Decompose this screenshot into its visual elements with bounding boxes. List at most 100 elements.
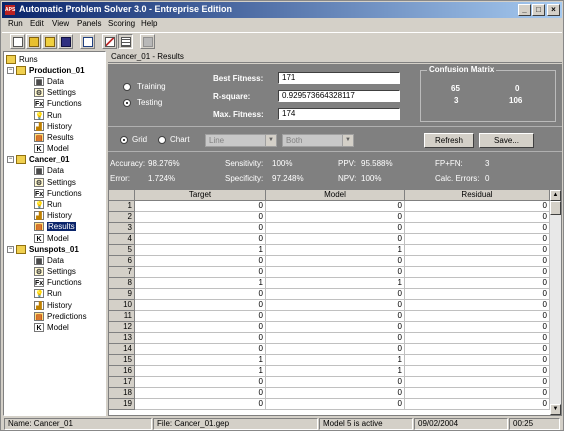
model-cell[interactable]: 0 [266, 399, 405, 410]
row-number[interactable]: 12 [109, 322, 135, 333]
residual-cell[interactable]: 0 [405, 311, 550, 322]
residual-cell[interactable]: 0 [405, 399, 550, 410]
menu-view[interactable]: View [52, 19, 69, 28]
grid-view-button[interactable] [118, 34, 133, 49]
target-cell[interactable]: 0 [135, 201, 266, 212]
runs-tree[interactable]: Runs − Production_01 ▦ Data ⚙ Settings Fx Funct… [3, 51, 106, 416]
row-number[interactable]: 8 [109, 278, 135, 289]
scroll-thumb[interactable] [550, 201, 561, 215]
row-number[interactable]: 5 [109, 245, 135, 256]
target-cell[interactable]: 0 [135, 223, 266, 234]
chart-radio[interactable] [158, 136, 166, 144]
target-cell[interactable]: 0 [135, 388, 266, 399]
residual-cell[interactable]: 0 [405, 388, 550, 399]
residual-cell[interactable]: 0 [405, 289, 550, 300]
row-number[interactable]: 11 [109, 311, 135, 322]
residual-cell[interactable]: 0 [405, 333, 550, 344]
residual-cell[interactable]: 0 [405, 366, 550, 377]
series-select[interactable]: Both ▼ [282, 134, 354, 147]
row-number[interactable]: 13 [109, 333, 135, 344]
table-row[interactable]: 6000 [109, 256, 550, 267]
table-row[interactable]: 19 0 0 0 [109, 399, 550, 410]
row-number[interactable]: 14 [109, 344, 135, 355]
table-row[interactable]: 4000 [109, 234, 550, 245]
target-cell[interactable]: 0 [135, 300, 266, 311]
target-cell[interactable]: 0 [135, 344, 266, 355]
table-row[interactable]: 10 0 0 0 [109, 300, 550, 311]
row-number[interactable]: 6 [109, 256, 135, 267]
model-cell[interactable]: 1 [266, 245, 405, 256]
model-cell[interactable]: 0 [266, 344, 405, 355]
residual-cell[interactable]: 0 [405, 322, 550, 333]
table-row[interactable]: 14 0 0 0 [109, 344, 550, 355]
model-cell[interactable]: 0 [266, 212, 405, 223]
column-header-model[interactable]: Model [266, 190, 405, 201]
collapse-toggle-icon[interactable]: − [7, 67, 14, 74]
chart-view-button[interactable] [102, 34, 117, 49]
residual-cell[interactable]: 0 [405, 344, 550, 355]
model-cell[interactable]: 0 [266, 322, 405, 333]
table-row[interactable]: 18 0 0 0 [109, 388, 550, 399]
training-radio[interactable] [123, 83, 131, 91]
table-row[interactable]: 7000 [109, 267, 550, 278]
model-cell[interactable]: 0 [266, 234, 405, 245]
target-cell[interactable]: 0 [135, 212, 266, 223]
table-row[interactable]: 5110 [109, 245, 550, 256]
row-number[interactable]: 2 [109, 212, 135, 223]
model-cell[interactable]: 0 [266, 256, 405, 267]
target-cell[interactable]: 1 [135, 245, 266, 256]
disabled-tool-button[interactable] [140, 34, 155, 49]
new-button[interactable] [10, 34, 25, 49]
table-row[interactable]: 16 1 1 0 [109, 366, 550, 377]
close-button[interactable]: × [547, 4, 560, 16]
residual-cell[interactable]: 0 [405, 377, 550, 388]
column-header-target[interactable]: Target [135, 190, 266, 201]
row-number[interactable]: 7 [109, 267, 135, 278]
refresh-button[interactable]: Refresh [424, 133, 474, 148]
collapse-toggle-icon[interactable]: − [7, 156, 14, 164]
target-cell[interactable]: 1 [135, 366, 266, 377]
residual-cell[interactable]: 0 [405, 256, 550, 267]
menu-help[interactable]: Help [141, 19, 157, 28]
model-cell[interactable]: 0 [266, 388, 405, 399]
target-cell[interactable]: 0 [135, 333, 266, 344]
open-button[interactable] [26, 34, 41, 49]
scroll-down-icon[interactable]: ▼ [550, 404, 561, 415]
menu-panels[interactable]: Panels [77, 19, 101, 28]
table-row[interactable]: 15 1 1 0 [109, 355, 550, 366]
row-number[interactable]: 9 [109, 289, 135, 300]
table-row[interactable]: 11 0 0 0 [109, 311, 550, 322]
testing-radio[interactable] [123, 99, 131, 107]
model-cell[interactable]: 0 [266, 289, 405, 300]
target-cell[interactable]: 1 [135, 278, 266, 289]
residual-cell[interactable]: 0 [405, 278, 550, 289]
residual-cell[interactable]: 0 [405, 201, 550, 212]
rsquare-field[interactable]: 0.929573664328117 [278, 90, 400, 102]
target-cell[interactable]: 0 [135, 267, 266, 278]
table-row[interactable]: 8110 [109, 278, 550, 289]
row-number[interactable]: 3 [109, 223, 135, 234]
target-cell[interactable]: 0 [135, 311, 266, 322]
minimize-button[interactable]: _ [518, 4, 531, 16]
table-row[interactable]: 2000 [109, 212, 550, 223]
max-fitness-field[interactable]: 174 [278, 108, 400, 120]
row-number[interactable]: 15 [109, 355, 135, 366]
target-cell[interactable]: 0 [135, 399, 266, 410]
column-header-residual[interactable]: Residual [405, 190, 550, 201]
row-number[interactable]: 17 [109, 377, 135, 388]
table-row[interactable]: 12 0 0 0 [109, 322, 550, 333]
menu-scoring[interactable]: Scoring [108, 19, 135, 28]
model-cell[interactable]: 0 [266, 223, 405, 234]
vertical-scrollbar[interactable]: ▲ ▼ [550, 190, 561, 415]
residual-cell[interactable]: 0 [405, 245, 550, 256]
residual-cell[interactable]: 0 [405, 234, 550, 245]
model-cell[interactable]: 1 [266, 278, 405, 289]
scroll-up-icon[interactable]: ▲ [550, 190, 561, 201]
model-cell[interactable]: 0 [266, 201, 405, 212]
model-cell[interactable]: 1 [266, 355, 405, 366]
target-cell[interactable]: 0 [135, 256, 266, 267]
target-cell[interactable]: 0 [135, 289, 266, 300]
target-cell[interactable]: 0 [135, 322, 266, 333]
model-cell[interactable]: 0 [266, 333, 405, 344]
model-cell[interactable]: 0 [266, 377, 405, 388]
